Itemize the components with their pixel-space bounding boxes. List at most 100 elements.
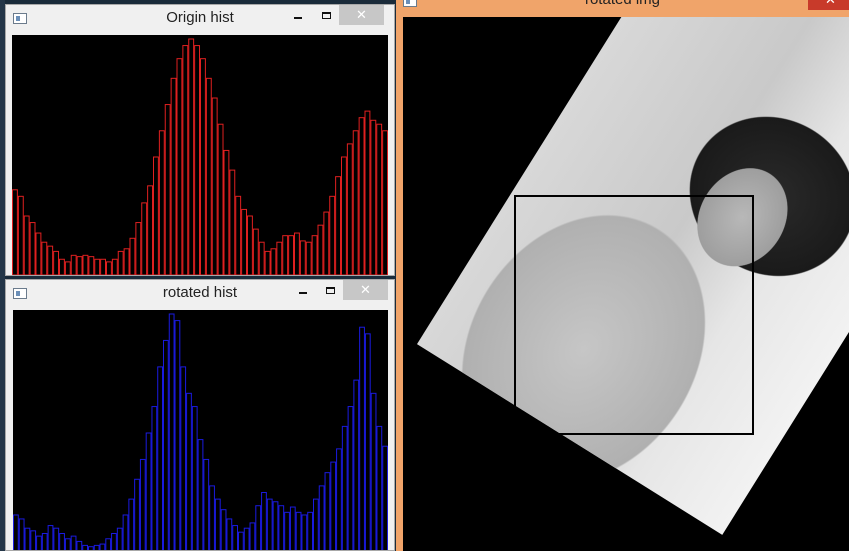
close-button[interactable]: ✕	[808, 0, 849, 10]
histogram-bar	[226, 518, 233, 550]
histogram-bar	[176, 58, 183, 275]
histogram-bar	[53, 527, 60, 550]
maximize-icon[interactable]	[326, 287, 335, 294]
histogram-bar	[370, 392, 377, 550]
histogram-bar	[329, 195, 336, 275]
histogram-bar	[100, 258, 107, 275]
histogram-bar	[197, 439, 204, 550]
histogram-bar	[164, 104, 171, 275]
histogram-bar	[64, 538, 71, 550]
histogram-bar	[264, 250, 271, 275]
histogram-bar	[305, 241, 312, 275]
histogram-bar	[272, 501, 279, 550]
histogram-bar	[186, 392, 192, 550]
minimize-icon[interactable]	[299, 292, 307, 294]
histogram-bar	[174, 320, 181, 550]
histogram-bar	[205, 77, 212, 275]
rotated-img-titlebar[interactable]: rotated img ✕	[396, 0, 849, 16]
histogram-bar	[182, 45, 189, 275]
histogram-bar	[255, 505, 262, 550]
histogram-bar	[217, 123, 224, 275]
histogram-bar	[64, 261, 71, 275]
histogram-bar	[168, 313, 175, 550]
histogram-bar	[180, 366, 187, 550]
histogram-bar	[12, 189, 18, 275]
histogram-bar	[301, 514, 308, 550]
histogram-bar	[117, 250, 124, 275]
histogram-bar	[364, 333, 371, 550]
histogram-bar	[82, 544, 89, 550]
histogram-bar	[318, 485, 325, 550]
histogram-bar	[258, 241, 265, 275]
minimize-icon[interactable]	[294, 17, 302, 19]
histogram-bar	[252, 228, 259, 275]
histogram-bar	[59, 258, 65, 275]
histogram-bar	[145, 432, 152, 550]
histogram-bar	[122, 514, 129, 550]
histogram-bar	[135, 222, 142, 275]
close-button[interactable]: ✕	[339, 5, 384, 25]
histogram-bar	[307, 511, 314, 550]
histogram-bar	[336, 448, 342, 550]
histogram-bar	[295, 511, 302, 550]
rotated-img-window[interactable]: rotated img ✕	[396, 0, 849, 551]
histogram-bar	[82, 254, 89, 275]
histogram-bar	[200, 58, 206, 275]
histogram-bar	[241, 208, 248, 275]
close-button[interactable]: ✕	[343, 280, 388, 300]
rotated-hist-canvas	[13, 310, 389, 550]
histogram-bar	[53, 250, 60, 275]
histogram-bar	[191, 406, 198, 550]
histogram-bar	[35, 232, 42, 275]
histogram-bar	[276, 241, 283, 275]
histogram-bar	[29, 222, 36, 275]
histogram-bar	[209, 485, 215, 550]
histogram-bar	[41, 241, 48, 275]
histogram-bar	[23, 215, 30, 275]
histogram-bar	[134, 478, 140, 550]
histogram-bar	[229, 169, 236, 275]
histogram-bar	[24, 527, 31, 550]
histogram-bar	[324, 472, 331, 550]
histogram-bar	[220, 509, 227, 550]
window-title: rotated img	[396, 0, 849, 13]
histogram-bar	[116, 527, 123, 550]
maximize-icon[interactable]	[322, 12, 331, 19]
histogram-bar	[352, 130, 359, 275]
origin-hist-titlebar[interactable]: Origin hist ✕	[6, 5, 394, 31]
histogram-bar	[358, 117, 365, 275]
histogram-bar	[59, 532, 65, 550]
histogram-bar	[93, 544, 100, 550]
rotated-hist-titlebar[interactable]: rotated hist ✕	[6, 280, 394, 306]
histogram-bar	[370, 119, 377, 275]
histogram-bar	[299, 240, 306, 275]
histogram-bar	[282, 235, 289, 275]
histogram-bar	[153, 156, 159, 275]
histogram-bar	[203, 458, 210, 550]
histogram-bar	[317, 224, 324, 275]
histogram-bar	[194, 45, 201, 275]
histogram-bar	[382, 445, 389, 550]
histogram-bar	[88, 546, 94, 550]
histogram-bar	[346, 143, 353, 275]
histogram-bar	[313, 498, 319, 550]
rotated-image-canvas	[403, 17, 849, 551]
rotated-hist-window[interactable]: rotated hist ✕	[5, 279, 395, 551]
histogram-bar	[105, 538, 112, 550]
histogram-bar	[289, 506, 296, 550]
origin-hist-window[interactable]: Origin hist ✕	[5, 4, 395, 276]
histogram-bar	[341, 425, 348, 550]
histogram-bar	[288, 235, 295, 275]
histogram-bar	[311, 235, 318, 275]
histogram-bar	[364, 110, 371, 275]
histogram-bar	[47, 525, 54, 550]
histogram-bar	[359, 326, 365, 550]
origin-hist-canvas	[12, 35, 389, 275]
histogram-bar	[211, 97, 218, 275]
histogram-bar	[323, 211, 330, 275]
histogram-bar	[249, 522, 256, 550]
histogram-bar	[232, 525, 238, 550]
origin-histogram-chart	[12, 38, 389, 275]
histogram-bar	[376, 425, 383, 550]
histogram-bar	[270, 248, 277, 275]
